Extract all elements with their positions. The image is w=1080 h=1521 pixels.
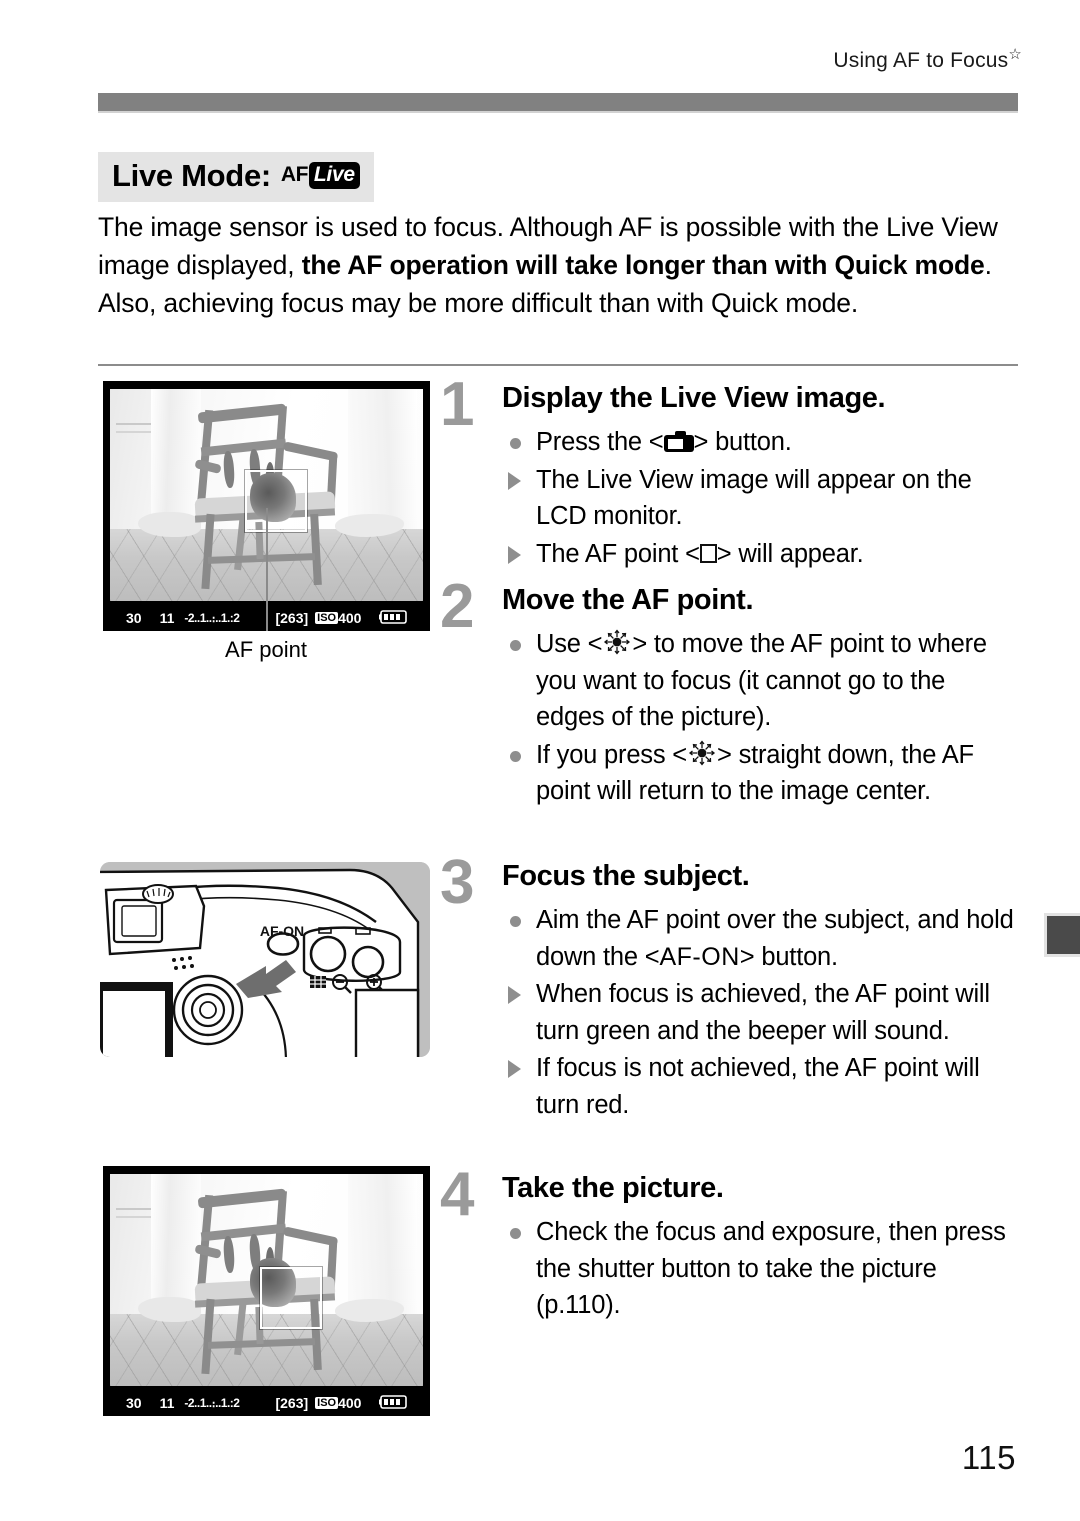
running-head: Using AF to Focus☆ [833, 45, 1022, 73]
step-4-number: 4 [440, 1160, 475, 1229]
iso-value-bottom: 400 [338, 1395, 362, 1411]
step-2-number: 2 [440, 572, 475, 641]
intro-text-bold: the AF operation will take longer than w… [301, 250, 985, 280]
aperture-bottom: 11 [159, 1395, 175, 1411]
star-icon: ☆ [1008, 46, 1022, 63]
af-point-box-bottom [260, 1267, 323, 1330]
battery-icon-top [379, 609, 409, 627]
multi-controller-icon [687, 740, 717, 766]
af-live-mode-icon: AF Live [280, 161, 360, 189]
section-edge-tab [1044, 913, 1080, 957]
step-2-title: Move the AF point. [502, 584, 754, 616]
step-3-number: 3 [440, 848, 475, 917]
step-1-item-3-post: > will appear. [716, 539, 864, 568]
step-3-item-1-post: > button. [739, 942, 838, 971]
step-3-title: Focus the subject. [502, 860, 750, 892]
af-point-square-icon [699, 544, 717, 564]
page-number: 115 [961, 1439, 1016, 1476]
list-item: If focus is not achieved, the AF point w… [502, 1050, 1017, 1123]
intro-paragraph: The image sensor is used to focus. Altho… [98, 208, 1028, 322]
list-item: When focus is achieved, the AF point wil… [502, 976, 1017, 1049]
exposure-scale-bottom: -2..1..։..1.:2 [184, 1396, 240, 1410]
step-1-item-1-post: > button. [693, 428, 792, 456]
section-heading: Live Mode: AF Live [98, 152, 374, 202]
running-head-text: Using AF to Focus [833, 49, 1009, 72]
header-band [98, 93, 1018, 113]
step-3-list: Aim the AF point over the subject, and h… [502, 902, 1017, 1124]
af-icon-label: AF [280, 162, 309, 186]
iso-label-bottom: ISO [315, 1397, 339, 1409]
list-item: Press the < > button. [502, 424, 1017, 461]
live-view-photo-bottom [110, 1174, 423, 1386]
af-point-leader-line [266, 508, 268, 631]
manual-page: Using AF to Focus☆ Live Mode: AF Live The… [0, 0, 1080, 1521]
iso-value-top: 400 [338, 610, 362, 626]
step-2-item-2-pre: If you press < [536, 740, 687, 769]
section-heading-text: Live Mode: [112, 158, 271, 193]
step-4-title: Take the picture. [502, 1172, 724, 1204]
shutter-speed-top: 30 [126, 610, 142, 626]
list-item: Aim the AF point over the subject, and h… [502, 902, 1017, 975]
iso-label-top: ISO [315, 612, 339, 624]
camera-icon [663, 430, 694, 452]
shutter-speed-bottom: 30 [126, 1395, 142, 1411]
step-1-list: Press the < > button. The Live View image… [502, 424, 1017, 573]
battery-icon-bottom [379, 1394, 409, 1412]
multi-controller-icon [602, 629, 632, 655]
divider-rule [98, 364, 1018, 366]
shots-remaining-bottom: [263] [275, 1395, 309, 1411]
lcd-status-bar-bottom: 30 11 -2..1..։..1.:2 [263] ISO 400 [110, 1386, 423, 1420]
af-point-box-top [244, 469, 307, 532]
step-2-list: Use < > to move the AF point to where yo… [502, 626, 1017, 811]
list-item: If you press < > straight down, the AF p… [502, 737, 1017, 810]
live-view-screen-bottom: 30 11 -2..1..։..1.:2 [263] ISO 400 [103, 1166, 430, 1416]
list-item: The Live View image will appear on the L… [502, 462, 1017, 535]
step-1-item-3-pre: The AF point < [536, 539, 700, 568]
step-4-list: Check the focus and exposure, then press… [502, 1214, 1017, 1325]
exposure-scale-top: -2..1..։..1.:2 [184, 611, 240, 625]
live-badge-label: Live [308, 161, 360, 189]
shots-remaining-top: [263] [275, 610, 309, 626]
list-item: The AF point < > will appear. [502, 536, 1017, 573]
chair-scene-2 [110, 1174, 423, 1386]
list-item: Use < > to move the AF point to where yo… [502, 626, 1017, 736]
step-1-title: Display the Live View image. [502, 382, 886, 414]
step-2-item-1-pre: Use < [536, 630, 603, 658]
camera-rear-diagram: AF-ON [100, 862, 430, 1057]
af-on-button-label: AF-ON [260, 923, 304, 939]
list-item: Check the focus and exposure, then press… [502, 1214, 1017, 1324]
step-1-item-1-pre: Press the < [536, 428, 664, 456]
aperture-top: 11 [159, 610, 175, 626]
af-point-caption: AF point [225, 637, 307, 662]
af-on-button-icon: AF-ON [659, 942, 740, 971]
step-1-number: 1 [440, 370, 475, 439]
